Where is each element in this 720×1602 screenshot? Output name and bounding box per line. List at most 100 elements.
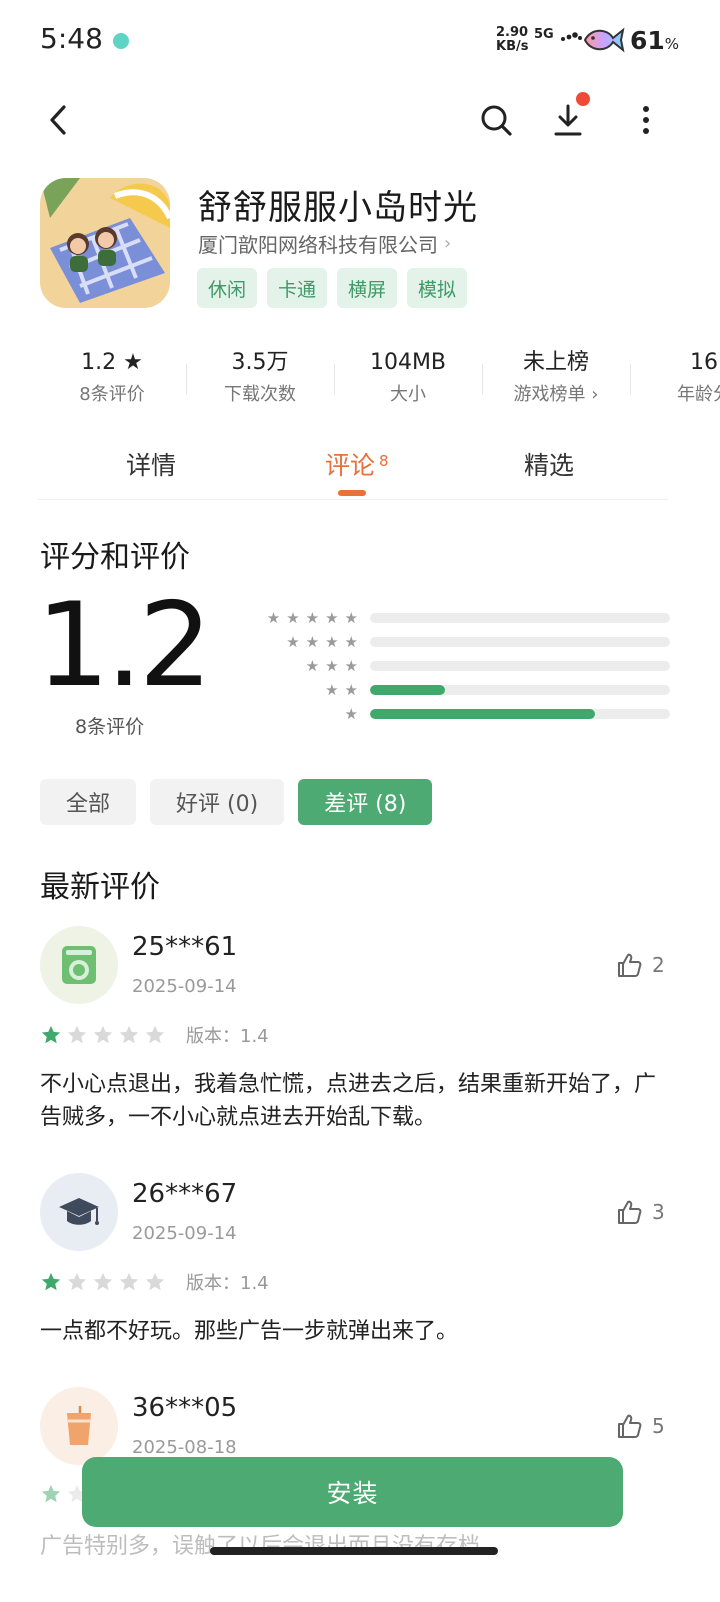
search-button[interactable]	[466, 88, 526, 152]
stat-label: 8条评价	[79, 384, 145, 405]
reviewer-name: 25***61	[132, 932, 238, 962]
battery-fish-icon	[583, 27, 625, 53]
stat-age: 16 年龄分	[630, 346, 720, 414]
stat-size: 104MB 大小	[334, 346, 482, 414]
tab-details[interactable]: 详情	[126, 446, 176, 482]
star-icon: ★	[344, 705, 358, 723]
graduation-cap-icon	[59, 1198, 99, 1225]
star-icon: ★	[344, 681, 358, 699]
star-icon: ★	[325, 657, 339, 675]
app-icon	[40, 178, 170, 308]
install-button[interactable]: 安装	[82, 1457, 623, 1527]
review-filters: 全部 好评 (0) 差评 (8)	[40, 779, 433, 825]
star-icon: ★	[325, 681, 339, 699]
more-vertical-icon	[643, 106, 649, 134]
tab-reviews[interactable]: 评论 8	[325, 446, 389, 482]
search-icon	[481, 105, 512, 136]
rating-distribution: ★ ★ ★ ★ ★ ★ ★ ★ ★ ★ ★ ★ ★ ★ ★	[260, 606, 670, 726]
home-indicator[interactable]	[210, 1547, 498, 1555]
network-speed-value: 2.90	[496, 25, 529, 40]
star-icon: ★	[305, 657, 320, 675]
average-score: 1.2	[36, 578, 212, 713]
stat-label: 下载次数	[224, 384, 296, 405]
back-button[interactable]	[28, 88, 88, 152]
tag-chip[interactable]: 休闲	[197, 268, 258, 308]
stat-value: 104MB	[369, 350, 447, 375]
star-empty-icon	[93, 1025, 113, 1044]
distribution-bar	[370, 661, 670, 671]
review-date: 2025-09-14	[132, 1223, 237, 1244]
download-manager-button[interactable]	[538, 88, 598, 152]
filter-good[interactable]: 好评 (0)	[150, 779, 285, 825]
stat-value: 3.5万	[231, 350, 289, 375]
filter-bad[interactable]: 差评 (8)	[298, 779, 433, 825]
stat-rating: 1.2 ★ 8条评价	[38, 346, 186, 414]
filter-all[interactable]: 全部	[40, 779, 137, 825]
stat-value: 1.2 ★	[81, 350, 143, 375]
distribution-stars: ★ ★ ★	[260, 657, 370, 675]
star-empty-icon	[67, 1025, 87, 1044]
distribution-bar	[370, 685, 670, 695]
distribution-row-3: ★ ★ ★	[260, 654, 670, 678]
distribution-stars: ★ ★ ★ ★ ★	[260, 609, 370, 627]
star-icon: ★	[325, 609, 339, 627]
tab-reviews-count: 8	[379, 452, 389, 470]
avatar	[40, 926, 118, 1004]
thumbs-up-icon	[618, 953, 642, 977]
review-stars: 版本：1.4	[40, 1022, 269, 1048]
like-count: 3	[652, 1200, 665, 1224]
review-version: 版本：1.4	[186, 1026, 269, 1047]
like-button[interactable]: 5	[616, 1413, 665, 1439]
thumbs-up-icon	[618, 1200, 642, 1224]
rating-section-title: 评分和评价	[40, 540, 190, 575]
developer-name: 厦门歆阳网络科技有限公司	[198, 233, 438, 257]
distribution-bar	[370, 613, 670, 623]
distribution-stars: ★ ★ ★ ★	[260, 633, 370, 651]
star-icon: ★	[266, 609, 281, 627]
avatar	[40, 1173, 118, 1251]
star-icon: ★	[286, 633, 300, 651]
download-icon	[554, 104, 582, 136]
reviewer-name: 26***67	[132, 1179, 238, 1209]
distribution-bar	[370, 709, 670, 719]
star-empty-icon	[67, 1272, 87, 1291]
tag-chip[interactable]: 模拟	[407, 268, 468, 308]
chevron-right-icon: ›	[444, 233, 452, 254]
distribution-fill	[370, 685, 445, 695]
network-speed: 2.90 KB/s	[496, 26, 528, 54]
review-date: 2025-09-14	[132, 976, 237, 997]
like-button[interactable]: 2	[616, 952, 665, 978]
battery-value: 61	[630, 26, 665, 55]
star-icon: ★	[305, 633, 320, 651]
status-time: 5:48	[40, 22, 103, 55]
developer-link[interactable]: 厦门歆阳网络科技有限公司 ›	[198, 229, 451, 258]
star-icon: ★	[344, 609, 358, 627]
tab-picks[interactable]: 精选	[524, 446, 574, 482]
app-title: 舒舒服服小岛时光	[198, 188, 478, 228]
stat-value: 未上榜	[522, 350, 589, 375]
star-empty-icon	[145, 1272, 165, 1291]
more-options-button[interactable]	[616, 88, 676, 152]
star-icon: ★	[305, 609, 320, 627]
review-text: 不小心点退出，我着急忙慌，点进去之后，结果重新开始了，广告贼多，一不小心就点进去…	[40, 1072, 657, 1130]
tag-chip[interactable]: 卡通	[267, 268, 328, 308]
stat-ranking[interactable]: 未上榜 游戏榜单 ›	[482, 346, 630, 414]
star-icon: ★	[344, 657, 358, 675]
like-button[interactable]: 3	[616, 1199, 665, 1225]
notification-badge	[576, 92, 590, 106]
distribution-bar	[370, 637, 670, 647]
battery-level: 61%	[630, 26, 679, 55]
tag-chip[interactable]: 横屏	[337, 268, 398, 308]
latest-reviews-title: 最新评价	[40, 870, 160, 905]
battery-unit: %	[664, 35, 680, 53]
stat-downloads: 3.5万 下载次数	[186, 346, 334, 414]
signal-indicator: 5G	[534, 26, 583, 42]
washing-machine-icon	[62, 946, 96, 984]
stat-label: 游戏榜单 ›	[513, 384, 599, 405]
star-icon: ★	[286, 609, 300, 627]
chevron-left-icon	[50, 105, 66, 135]
signal-bars-icon	[561, 32, 583, 41]
distribution-row-2: ★ ★	[260, 678, 670, 702]
distribution-stars: ★	[260, 705, 370, 723]
network-speed-unit: KB/s	[496, 39, 529, 54]
